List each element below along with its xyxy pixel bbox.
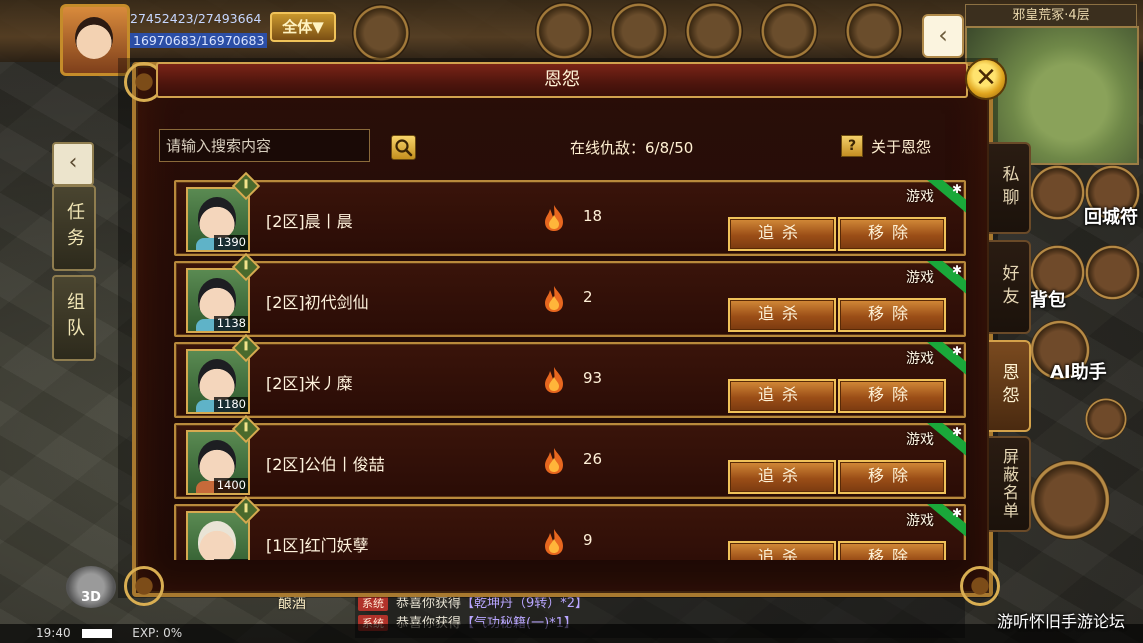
event-icon[interactable]	[610, 2, 668, 60]
tab-label: 屏蔽名单	[1000, 448, 1019, 520]
enemy-row[interactable]: 1400 [2区]公伯丨俊喆 26 游戏 ✱ 追杀 移除	[174, 414, 966, 499]
attack-button[interactable]	[1030, 460, 1110, 540]
mp-value: 16970683/16970683	[130, 33, 268, 48]
enemy-level	[214, 559, 248, 560]
remove-button[interactable]: 移除	[838, 298, 946, 332]
menu-grid-icon[interactable]	[1085, 245, 1140, 300]
enemy-avatar[interactable]: 1138	[186, 268, 250, 333]
ai-assistant-label: AI助手	[1050, 362, 1107, 383]
hate-value: 2	[583, 288, 593, 306]
bag-label: 背包	[1030, 290, 1066, 311]
battery-icon	[82, 629, 113, 638]
enemy-row[interactable]: 1138 [2区]初代剑仙 2 游戏 ✱ 追杀 移除	[174, 252, 966, 337]
remove-button[interactable]: 移除	[838, 541, 946, 560]
remove-button[interactable]: 移除	[838, 379, 946, 413]
about-grudge-label: 关于恩怨	[871, 137, 932, 156]
enemy-name: [2区]初代剑仙	[266, 293, 369, 312]
search-icon[interactable]	[391, 135, 416, 160]
hunt-button[interactable]: 追杀	[728, 379, 836, 413]
tab-friends[interactable]: 好友	[989, 240, 1031, 334]
online-ribbon-icon: ✱	[926, 342, 966, 382]
player-face	[75, 17, 113, 59]
enemy-name: [2区]米丿糜	[266, 374, 353, 393]
enemy-avatar[interactable]: 1400	[186, 430, 250, 495]
enemy-avatar[interactable]: 1180	[186, 349, 250, 414]
tab-quests[interactable]: 任务	[52, 185, 96, 271]
dialog-title: 恩怨	[156, 62, 968, 98]
enemy-level: 1180	[214, 397, 248, 412]
online-ribbon-icon: ✱	[926, 504, 966, 544]
tab-grudges[interactable]: 恩怨	[989, 340, 1031, 432]
return-symbol-label: 回城符	[1084, 207, 1138, 228]
corner-ornament	[124, 566, 164, 606]
hate-fire-icon	[545, 367, 563, 393]
hunt-button[interactable]: 追杀	[728, 460, 836, 494]
enemy-row[interactable]: 1180 [2区]米丿糜 93 游戏 ✱ 追杀 移除	[174, 333, 966, 418]
event-icon[interactable]	[685, 2, 743, 60]
corner-ornament	[960, 566, 1000, 606]
enemy-row[interactable]: 1390 [2区]晨丨晨 18 游戏 ✱ 追杀 移除	[174, 172, 966, 256]
hate-value: 9	[583, 531, 593, 549]
channel-select[interactable]: 全体▼	[270, 12, 336, 42]
online-ribbon-icon: ✱	[926, 261, 966, 301]
enemy-row[interactable]: [1区]红门妖孽 9 游戏 ✱ 追杀 移除	[174, 495, 966, 560]
tab-label: 好友	[998, 264, 1019, 310]
remove-button[interactable]: 移除	[838, 217, 946, 251]
camera-toggle-icon[interactable]: 3D	[66, 566, 116, 608]
event-icon[interactable]	[845, 2, 903, 60]
status-bar: 19:40 EXP: 0%	[0, 624, 1143, 643]
remove-button[interactable]: 移除	[838, 460, 946, 494]
chat-text: 恭喜你获得	[396, 596, 462, 611]
profile-icon[interactable]	[1085, 398, 1127, 440]
portrait-face	[198, 359, 236, 401]
event-icon[interactable]	[535, 2, 593, 60]
portrait-face	[198, 197, 236, 239]
hunt-button[interactable]: 追杀	[728, 217, 836, 251]
search-input[interactable]	[159, 129, 370, 162]
clock: 19:40	[36, 626, 71, 640]
exp-readout: EXP: 0%	[132, 626, 183, 640]
hate-fire-icon	[545, 448, 563, 474]
minimap-collapse-icon[interactable]: ‹	[922, 14, 964, 58]
tab-label: 私聊	[998, 165, 1019, 211]
close-icon[interactable]: ✕	[965, 58, 1007, 100]
activity-icon[interactable]	[352, 4, 410, 62]
enemy-level: 1138	[214, 316, 248, 331]
enemy-name: [2区]晨丨晨	[266, 212, 353, 231]
online-ribbon-icon: ✱	[926, 180, 966, 220]
portrait-face	[198, 278, 236, 320]
left-panel-collapse-icon[interactable]: ‹	[52, 142, 94, 186]
watermark: 游听怀旧手游论坛	[996, 612, 1125, 631]
online-ribbon-icon: ✱	[926, 423, 966, 463]
enemy-level: 1400	[214, 478, 248, 493]
about-grudge-button[interactable]: ? 关于恩怨	[841, 135, 931, 157]
portrait-face	[198, 440, 236, 482]
skill-slot[interactable]	[1030, 165, 1085, 220]
event-icon[interactable]	[760, 2, 818, 60]
enemy-avatar[interactable]: 1390	[186, 187, 250, 252]
hunt-button[interactable]: 追杀	[728, 541, 836, 560]
enemy-name: [1区]红门妖孽	[266, 536, 369, 555]
enemy-name: [2区]公伯丨俊喆	[266, 455, 385, 474]
portrait-face	[198, 521, 236, 560]
enemy-level: 1390	[214, 235, 248, 250]
help-icon: ?	[841, 135, 863, 157]
tab-block-list[interactable]: 屏蔽名单	[989, 436, 1031, 532]
hate-value: 18	[583, 207, 603, 225]
hate-fire-icon	[545, 286, 563, 312]
hate-value: 26	[583, 450, 603, 468]
hate-fire-icon	[545, 205, 563, 231]
hp-value: 27452423/27493664	[130, 11, 262, 26]
hate-value: 93	[583, 369, 603, 387]
tab-team[interactable]: 组队	[52, 275, 96, 361]
map-name: 邪皇荒冢·4层	[965, 4, 1137, 28]
hunt-button[interactable]: 追杀	[728, 298, 836, 332]
enemy-list[interactable]: 1390 [2区]晨丨晨 18 游戏 ✱ 追杀 移除 1138 [2区]初代剑仙…	[160, 172, 966, 560]
tab-private-chat[interactable]: 私聊	[989, 142, 1031, 234]
online-enemy-count: 在线仇敌：6/8/50	[570, 139, 694, 157]
tab-label: 恩怨	[998, 363, 1019, 409]
hate-fire-icon	[545, 529, 563, 555]
chat-item: 【乾坤丹（9转）*2】	[461, 596, 589, 611]
